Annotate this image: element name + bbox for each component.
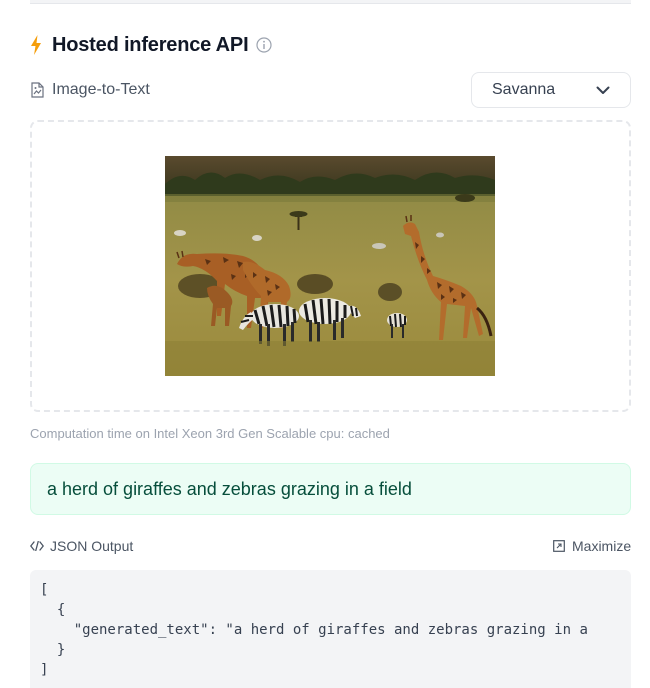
code-line: }: [40, 642, 66, 658]
code-line: [: [40, 582, 49, 598]
input-image: [165, 156, 495, 376]
lightning-bolt-icon: [31, 35, 41, 55]
json-output-label: JSON Output: [50, 538, 134, 554]
task-label: Image-to-Text: [52, 81, 150, 98]
code-icon: [30, 541, 44, 551]
savanna-photo: [165, 156, 495, 376]
maximize-button[interactable]: Maximize: [553, 537, 631, 555]
task-type: Image-to-Text: [30, 80, 150, 100]
code-line: {: [40, 602, 66, 618]
widget-title: Hosted inference API: [52, 33, 249, 56]
code-line: ]: [40, 662, 49, 678]
example-select-value: Savanna: [492, 81, 556, 98]
top-divider: [30, 0, 631, 4]
computation-time: Computation time on Intel Xeon 3rd Gen S…: [30, 426, 390, 441]
json-output-code: [ { "generated_text": "a herd of giraffe…: [30, 570, 631, 688]
maximize-label: Maximize: [572, 538, 632, 554]
json-output-toggle[interactable]: JSON Output: [30, 537, 133, 555]
example-select[interactable]: Savanna: [471, 72, 631, 108]
code-line: "generated_text": "a herd of giraffes an…: [40, 622, 588, 638]
image-to-text-icon: [31, 82, 44, 98]
maximize-icon: [553, 540, 565, 552]
output-text: a herd of giraffes and zebras grazing in…: [30, 463, 631, 515]
chevron-down-icon: [596, 86, 610, 94]
widget-header: Hosted inference API: [30, 32, 273, 58]
info-circle-icon[interactable]: [256, 37, 273, 53]
